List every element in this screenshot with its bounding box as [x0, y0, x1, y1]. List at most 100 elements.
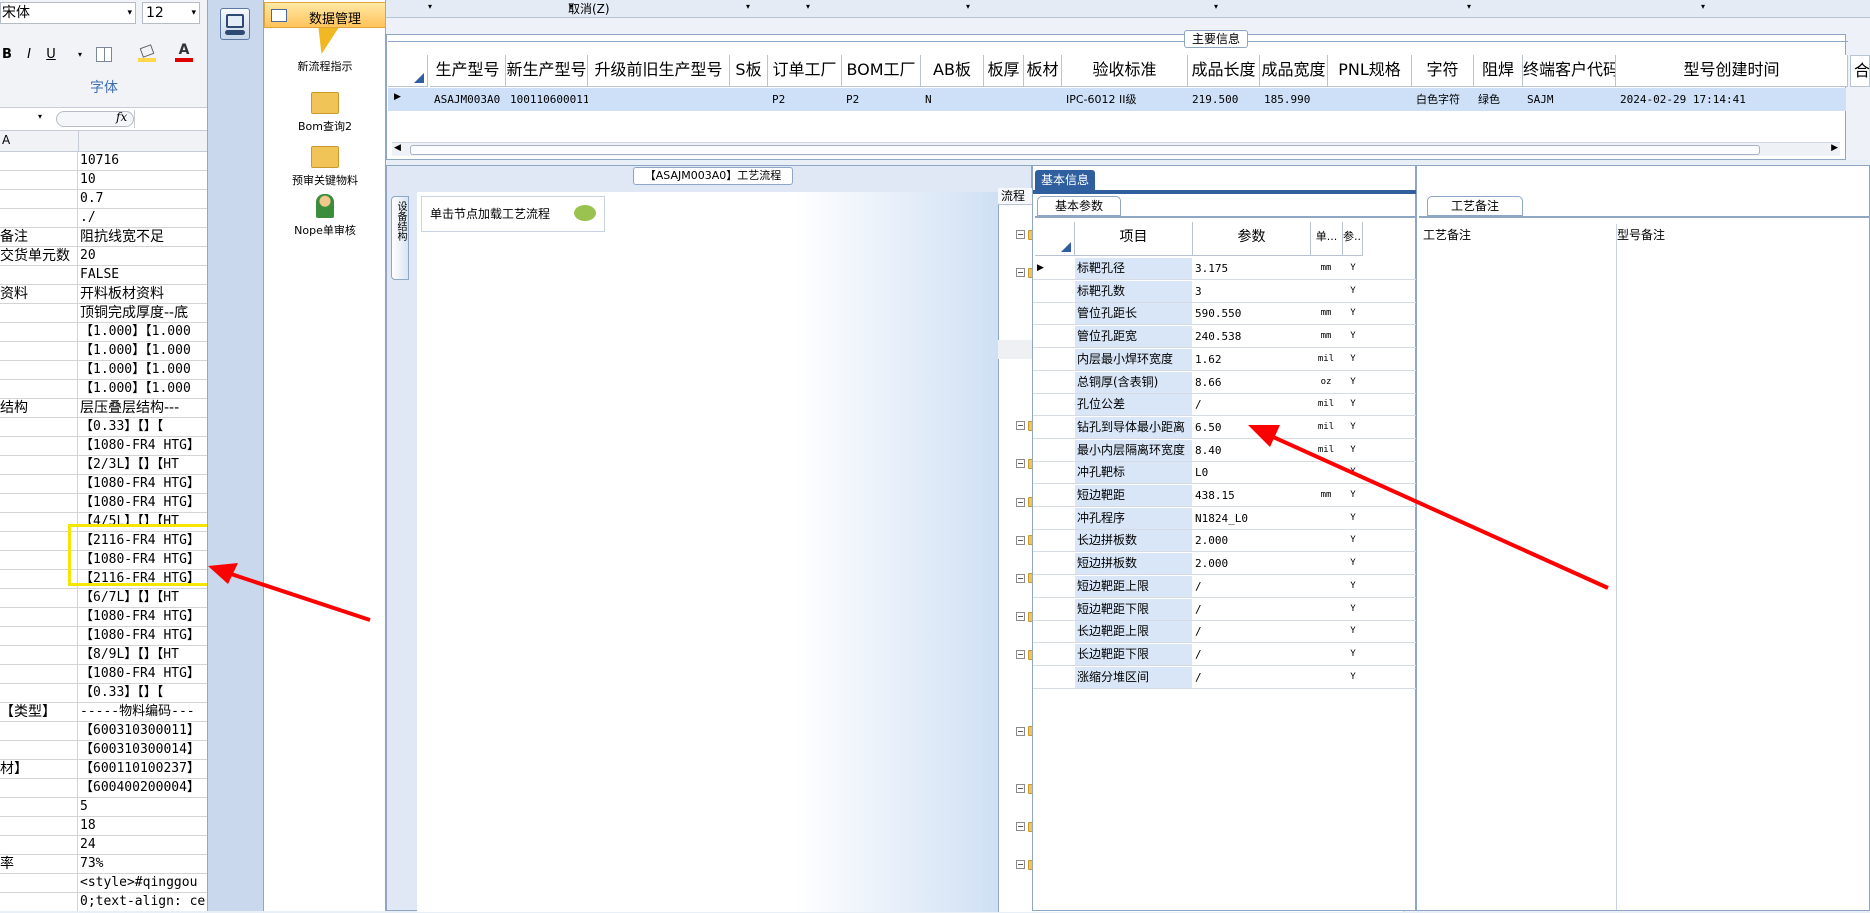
- cell-b[interactable]: ./: [80, 209, 207, 227]
- column-header[interactable]: BOM工厂: [842, 55, 921, 87]
- collapse-icon[interactable]: −: [1016, 573, 1025, 583]
- collapse-icon[interactable]: −: [1016, 650, 1025, 660]
- sheet-row[interactable]: 备注 阻抗线宽不足: [0, 228, 207, 247]
- cell-a[interactable]: [0, 684, 78, 702]
- param-value[interactable]: /: [1193, 644, 1309, 665]
- cell-b[interactable]: 【1.000】【1.000: [80, 342, 207, 360]
- column-header[interactable]: 阻焊: [1474, 55, 1523, 87]
- tab-basic-info[interactable]: 基本信息: [1035, 170, 1095, 190]
- table-cell[interactable]: SAJM: [1523, 89, 1616, 110]
- cell-b[interactable]: 10716: [80, 152, 207, 170]
- sheet-row[interactable]: 0.7: [0, 190, 207, 209]
- font-color-icon[interactable]: A: [175, 42, 193, 64]
- column-header[interactable]: 板材: [1024, 55, 1062, 87]
- cell-a[interactable]: 材】: [0, 760, 78, 778]
- param-value[interactable]: 8.40: [1193, 440, 1309, 461]
- cell-b[interactable]: -----物料编码---: [80, 703, 207, 721]
- param-row[interactable]: 短边靶距上限 / Y: [1033, 575, 1417, 598]
- table-cell[interactable]: IPC-6012 II级: [1062, 89, 1188, 110]
- param-value[interactable]: 438.15: [1193, 485, 1309, 506]
- param-row[interactable]: 长边靶距上限 / Y: [1033, 621, 1417, 644]
- cell-a[interactable]: [0, 874, 78, 892]
- cell-a[interactable]: 资料: [0, 285, 78, 303]
- chevron-down-icon[interactable]: ▾: [72, 44, 88, 66]
- cell-a[interactable]: [0, 171, 78, 189]
- collapse-icon[interactable]: −: [1016, 459, 1025, 469]
- model-remark-box[interactable]: 型号备注: [1615, 224, 1863, 910]
- cell-a[interactable]: 率: [0, 855, 78, 873]
- underline-button[interactable]: U: [44, 44, 58, 66]
- cell-a[interactable]: [0, 475, 78, 493]
- column-header[interactable]: AB板: [921, 55, 984, 87]
- sheet-row[interactable]: 【1.000】【1.000: [0, 342, 207, 361]
- column-header[interactable]: 型号创建时间: [1616, 55, 1848, 87]
- param-row[interactable]: 冲孔靶标 L0 Y: [1033, 462, 1417, 485]
- param-value[interactable]: L0: [1193, 462, 1309, 483]
- param-row[interactable]: 标靶孔数 3 Y: [1033, 280, 1417, 303]
- table-cell[interactable]: 2024-02-29 17:14:41: [1616, 89, 1848, 110]
- collapse-icon[interactable]: −: [1016, 784, 1025, 793]
- params-corner[interactable]: [1035, 222, 1075, 256]
- param-value[interactable]: 3.175: [1193, 258, 1309, 279]
- tab-basic-params[interactable]: 基本参数: [1037, 196, 1121, 216]
- cell-a[interactable]: [0, 893, 78, 911]
- param-row[interactable]: 冲孔程序 N1824_L0 Y: [1033, 507, 1417, 530]
- cell-b[interactable]: 阻抗线宽不足: [80, 228, 207, 246]
- cell-a[interactable]: [0, 323, 78, 341]
- cell-b[interactable]: 【2/3L】【】【HT: [80, 456, 207, 474]
- table-cell[interactable]: 219.500: [1188, 89, 1260, 110]
- param-value[interactable]: 240.538: [1193, 326, 1309, 347]
- param-value[interactable]: N1824_L0: [1193, 508, 1309, 529]
- table-cell[interactable]: 185.990: [1260, 89, 1328, 110]
- param-value[interactable]: 2.000: [1193, 530, 1309, 551]
- cell-b[interactable]: 【0.33】【】【: [80, 418, 207, 436]
- cell-a[interactable]: [0, 665, 78, 683]
- param-row[interactable]: 内层最小焊环宽度 1.62 mil Y: [1033, 348, 1417, 371]
- param-value[interactable]: 2.000: [1193, 553, 1309, 574]
- function-item[interactable]: Nope单审核: [264, 194, 386, 238]
- param-value[interactable]: /: [1193, 394, 1309, 415]
- cell-b[interactable]: 【600400200004】: [80, 779, 207, 797]
- cell-b[interactable]: 【1080-FR4 HTG】: [80, 627, 207, 645]
- cell-a[interactable]: [0, 551, 78, 569]
- nav-item-data-manage[interactable]: 数据管理: [264, 2, 386, 28]
- cell-b[interactable]: 0;text-align: ce: [80, 893, 207, 911]
- sheet-row[interactable]: 交货单元数 20: [0, 247, 207, 266]
- column-header[interactable]: 成品长度: [1188, 55, 1260, 87]
- cell-b[interactable]: 5: [80, 798, 207, 816]
- cell-b[interactable]: 10: [80, 171, 207, 189]
- column-header[interactable]: 终端客户代码: [1523, 55, 1616, 87]
- cell-b[interactable]: 【1.000】【1.000: [80, 361, 207, 379]
- side-tab[interactable]: 设备结构: [391, 196, 409, 280]
- horizontal-scrollbar[interactable]: ◀ ▶: [392, 142, 1840, 156]
- sheet-row[interactable]: 【1.000】【1.000: [0, 380, 207, 399]
- cell-a[interactable]: [0, 532, 78, 550]
- sheet-row[interactable]: 【1080-FR4 HTG】: [0, 494, 207, 513]
- sheet-row[interactable]: 【6/7L】【】【HT: [0, 589, 207, 608]
- column-header[interactable]: 字符: [1412, 55, 1474, 87]
- cell-a[interactable]: 交货单元数: [0, 247, 78, 265]
- table-cell[interactable]: 10011060001103: [506, 89, 588, 110]
- sheet-row[interactable]: 【0.33】【】【: [0, 684, 207, 703]
- cell-b[interactable]: 顶铜完成厚度--底: [80, 304, 207, 322]
- param-value[interactable]: 1.62: [1193, 349, 1309, 370]
- cell-b[interactable]: 20: [80, 247, 207, 265]
- cell-a[interactable]: [0, 836, 78, 854]
- function-item[interactable]: 预审关键物料: [264, 146, 386, 190]
- column-header[interactable]: 板厚: [984, 55, 1024, 87]
- sheet-row[interactable]: 【2/3L】【】【HT: [0, 456, 207, 475]
- param-column-header[interactable]: 单...: [1311, 222, 1343, 256]
- table-cell[interactable]: [730, 89, 768, 110]
- collapse-icon[interactable]: −: [1016, 421, 1025, 431]
- sheet-row[interactable]: 18: [0, 817, 207, 836]
- border-icon[interactable]: [96, 47, 112, 62]
- param-row[interactable]: 钻孔到导体最小距离 6.50 mil Y: [1033, 416, 1417, 439]
- cell-b[interactable]: 【600310300011】: [80, 722, 207, 740]
- cell-b[interactable]: 【1080-FR4 HTG】: [80, 437, 207, 455]
- column-header[interactable]: PNL规格: [1328, 55, 1412, 87]
- sheet-row[interactable]: 【1080-FR4 HTG】: [0, 608, 207, 627]
- sheet-row[interactable]: 【1080-FR4 HTG】: [0, 475, 207, 494]
- sheet-row[interactable]: 资料 开料板材资料: [0, 285, 207, 304]
- param-row[interactable]: 长边靶距下限 / Y: [1033, 643, 1417, 666]
- fx-icon[interactable]: fx: [116, 110, 127, 124]
